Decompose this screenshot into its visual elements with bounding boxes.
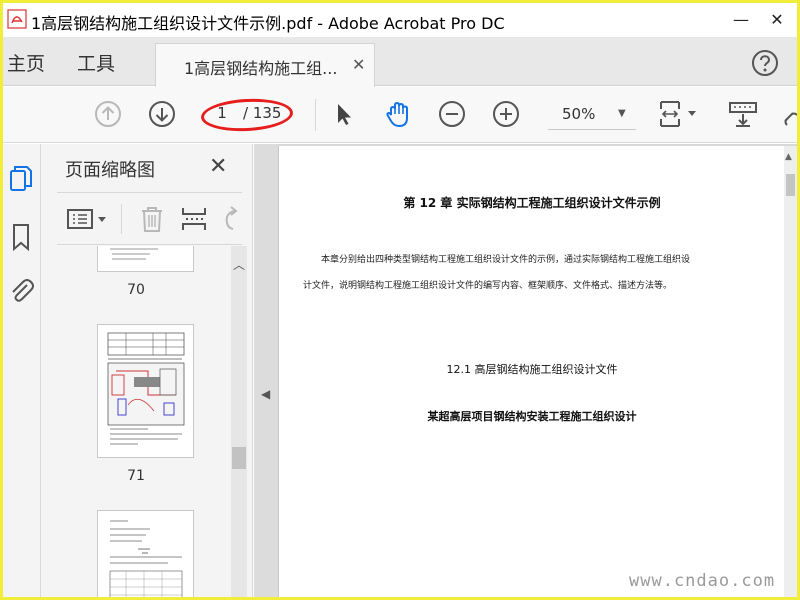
- thumbnail-scroll-thumb[interactable]: [232, 447, 246, 469]
- close-pane-icon[interactable]: ✕: [209, 154, 227, 179]
- pane-gutter: ◀: [254, 144, 278, 597]
- acrobat-window: 1高层钢结构施工组织设计文件示例.pdf - Adobe Acrobat Pro…: [3, 3, 797, 597]
- thumbnail-options-icon[interactable]: [65, 204, 113, 234]
- subsection-title: 某超高层项目钢结构安装工程施工组织设计: [427, 410, 637, 423]
- title-bar: 1高层钢结构施工组织设计文件示例.pdf - Adobe Acrobat Pro…: [3, 3, 797, 37]
- toolbar-divider: [315, 99, 316, 131]
- extract-pages-icon[interactable]: [179, 204, 209, 234]
- document-view: 第 12 章 实际钢结构工程施工组织设计文件示例 本章分别给出四种类型钢结构工程…: [278, 144, 797, 597]
- select-cursor-icon[interactable]: [329, 99, 359, 129]
- page-thumbnail[interactable]: [97, 510, 194, 597]
- tab-bar: 主页 工具 1高层钢结构施工组... ✕: [3, 37, 797, 87]
- zoom-dropdown-caret-icon: ▼: [618, 108, 626, 119]
- zoom-out-icon[interactable]: [437, 99, 467, 129]
- intro-line: 计文件，说明钢结构工程施工组织设计文件的编写内容、框架顺序、文件格式、描述方法等…: [303, 281, 673, 291]
- document-scrollbar[interactable]: [784, 146, 797, 597]
- link-icon[interactable]: [779, 99, 797, 129]
- watermark: www.cndao.com: [629, 571, 776, 591]
- document-scroll-thumb[interactable]: [786, 174, 795, 196]
- zoom-value: 50%: [562, 105, 596, 123]
- scroll-up-icon[interactable]: ︿: [231, 256, 247, 273]
- navigation-rail: [3, 144, 41, 597]
- document-tab-close-icon[interactable]: ✕: [352, 55, 365, 74]
- attachments-icon[interactable]: [7, 276, 35, 306]
- page-thumbnails-icon[interactable]: [7, 164, 35, 194]
- thumbnail-content: [109, 520, 183, 597]
- thumbnail-scrollbar[interactable]: [231, 246, 247, 597]
- next-page-icon[interactable]: [147, 99, 177, 129]
- window-title: 1高层钢结构施工组织设计文件示例.pdf - Adobe Acrobat Pro…: [31, 14, 505, 33]
- keyboard-icon[interactable]: [727, 99, 761, 129]
- thumbnail-content: [110, 248, 158, 260]
- pane-divider: [57, 192, 242, 193]
- intro-line: 本章分别给出四种类型钢结构工程施工组织设计文件的示例，通过实际钢结构工程施工组织…: [321, 255, 691, 265]
- collapse-pane-icon[interactable]: ◀: [261, 387, 270, 401]
- page-thumbnail[interactable]: [97, 324, 194, 458]
- tab-home[interactable]: 主页: [7, 49, 45, 76]
- zoom-in-icon[interactable]: [491, 99, 521, 129]
- bookmarks-icon[interactable]: [7, 222, 35, 252]
- zoom-select[interactable]: 50% ▼: [548, 100, 636, 130]
- thumbnail-content: [107, 332, 185, 445]
- toolbar: 1 / 135 50% ▼: [3, 87, 797, 143]
- thumbnail-list: 70 71: [41, 246, 231, 597]
- tab-tools[interactable]: 工具: [77, 49, 115, 76]
- thumbnail-page-number: 70: [127, 282, 145, 298]
- thumbnails-pane-title: 页面缩略图: [65, 160, 155, 181]
- chapter-title: 第 12 章 实际钢结构工程施工组织设计文件示例: [403, 196, 661, 210]
- hand-tool-icon[interactable]: [383, 99, 413, 129]
- document-scroll-up-icon[interactable]: ▲: [785, 152, 792, 162]
- rotate-page-icon[interactable]: [219, 204, 243, 234]
- close-window-button[interactable]: ✕: [757, 7, 797, 33]
- minimize-button[interactable]: —: [721, 7, 761, 33]
- previous-page-icon[interactable]: [93, 99, 123, 129]
- page-thumbnail[interactable]: [97, 246, 194, 272]
- acrobat-logo-icon: [7, 9, 27, 29]
- section-title: 12.1 高层钢结构施工组织设计文件: [446, 363, 618, 376]
- pane-tool-divider: [121, 204, 122, 234]
- thumbnail-page-number: 71: [127, 468, 145, 484]
- fit-page-icon[interactable]: [655, 99, 701, 129]
- tab-document[interactable]: 1高层钢结构施工组... ✕: [155, 43, 375, 87]
- thumbnails-pane: 页面缩略图 ✕ 70 71 ︿: [41, 144, 253, 597]
- intro-paragraph: 本章分别给出四种类型钢结构工程施工组织设计文件的示例，通过实际钢结构工程施工组织…: [303, 247, 763, 299]
- annotation-ellipse: [200, 96, 294, 134]
- delete-page-icon[interactable]: [137, 204, 167, 234]
- pane-divider: [57, 244, 242, 245]
- document-tab-label: 1高层钢结构施工组...: [184, 59, 338, 78]
- help-icon[interactable]: [751, 49, 779, 77]
- document-page: 第 12 章 实际钢结构工程施工组织设计文件示例 本章分别给出四种类型钢结构工程…: [278, 146, 784, 597]
